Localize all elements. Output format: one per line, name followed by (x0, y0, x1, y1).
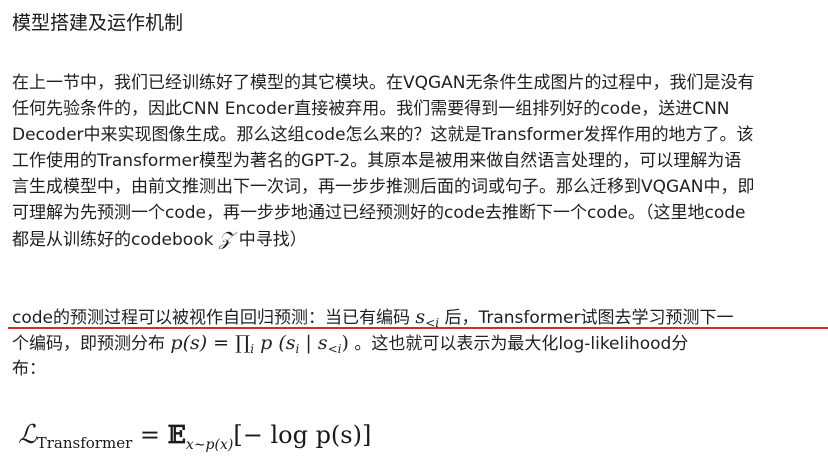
formula-equals: = (132, 421, 168, 449)
math-distribution: p(s) = ∏ (170, 332, 251, 354)
paragraph-line: 在上一节中，我们已经训练好了模型的其它模块。在VQGAN无条件生成图片的过程中，… (12, 73, 755, 93)
paragraph-line: 工作使用的Transformer模型为著名的GPT-2。其原本是被用来做自然语言… (12, 151, 742, 171)
paragraph-autoregressive: code的预测过程可以被视作自回归预测：当已有编码 s <i 后，Transfor… (12, 304, 822, 382)
loss-formula: ℒTransformer = 𝔼x∼p(x)[− log p(s)] (18, 418, 371, 462)
math-s: s (415, 306, 426, 328)
highlight-underline (8, 327, 828, 329)
paragraph-line-last: 都是从训练好的codebook 𝒵 中寻找） (12, 226, 822, 252)
paragraph-text: 中寻找） (233, 230, 307, 250)
paragraph-text: 。这也就可以表示为最大化log-likelihood分 (348, 334, 689, 354)
paragraph-line: 布： (12, 359, 46, 379)
paragraph-line: 可理解为先预测一个code，再一步步地通过已经预测好的code去推断下一个cod… (12, 203, 746, 223)
formula-lhs-subscript: Transformer (36, 434, 133, 452)
formula-expectation-subscript: x∼p(x) (185, 437, 234, 453)
paragraph-line: 言生成模型中，由前文推测出下一次词，再一步步推测后面的词或句子。那么迁移到VQG… (12, 177, 755, 197)
section-title: 模型搭建及运作机制 (12, 12, 184, 34)
paragraph-line: Decoder中来实现图像生成。那么这组code怎么来的？这就是Transfor… (12, 125, 754, 145)
formula-lhs: ℒ (18, 420, 37, 450)
paragraph-text: code的预测过程可以被视作自回归预测：当已有编码 (12, 308, 416, 328)
paragraph-intro: 在上一节中，我们已经训练好了模型的其它模块。在VQGAN无条件生成图片的过程中，… (12, 70, 822, 252)
paragraph-line: 个编码，即预测分布 p(s) = ∏i p (si | s<i) 。这也就可以表… (12, 330, 822, 356)
math-close-paren: ) (341, 332, 349, 354)
math-distribution-tail: p (s (254, 332, 296, 354)
codebook-symbol: 𝒵 (218, 228, 234, 250)
math-subscript: <i (327, 342, 342, 356)
formula-expectation: 𝔼 (167, 420, 186, 449)
paragraph-text: 个编码，即预测分布 (12, 334, 171, 354)
paragraph-text: 后，Transformer试图去学习预测下一 (439, 308, 734, 328)
paragraph-line: 任何先验条件的，因此CNN Encoder直接被弃用。我们需要得到一组排列好的c… (12, 99, 730, 119)
math-conditional: | s (299, 332, 328, 354)
formula-body: [− log p(s)] (233, 421, 372, 449)
paragraph-text: 都是从训练好的codebook (12, 230, 214, 250)
